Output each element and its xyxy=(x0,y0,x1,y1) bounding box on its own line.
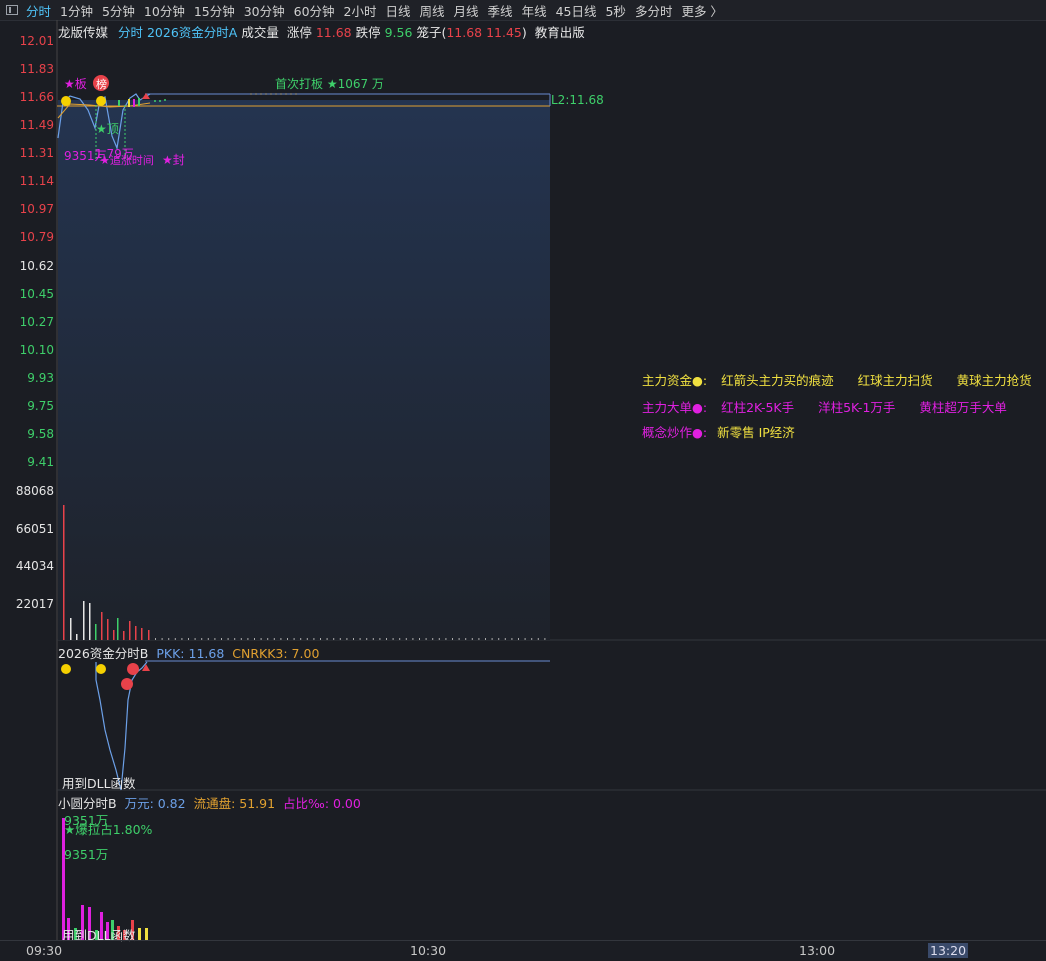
yellow-ball-marker[interactable] xyxy=(61,664,71,674)
fund-line xyxy=(95,661,148,791)
first-board-tag: 首次打板 ★1067 万 xyxy=(275,77,384,91)
l2-price-tag: L2:11.68 xyxy=(551,93,604,107)
time-label: 09:30 xyxy=(26,943,63,958)
top-star-tag: ★顶 xyxy=(96,122,119,136)
seal-tag: ★封 xyxy=(162,153,185,167)
legend-title: 主力大单●: xyxy=(642,400,708,415)
price-area-fill xyxy=(58,100,550,640)
legend-title: 概念炒作●: xyxy=(642,425,708,440)
sub1-name[interactable]: 2026资金分时B xyxy=(58,646,148,661)
pkk-value: PKK: 11.68 xyxy=(156,646,225,661)
time-cursor-label[interactable]: 13:20 xyxy=(928,943,969,958)
rank-badge-label: 榜 xyxy=(96,78,107,91)
sub2-star-text: ★爆拉占1.80% xyxy=(64,822,153,837)
time-label: 13:00 xyxy=(799,943,836,958)
legend-item: 新零售 IP经济 xyxy=(717,425,795,440)
float-value: 流通盘: 51.91 xyxy=(193,796,276,811)
yellow-ball-marker[interactable] xyxy=(96,664,106,674)
legend-item: 黄柱超万手大单 xyxy=(919,400,1007,415)
legend-concept: 概念炒作●: 新零售 IP经济 xyxy=(642,422,815,441)
legend-item: 红球主力扫货 xyxy=(857,373,933,388)
ratio-value: 占比‰: 0.00 xyxy=(283,796,361,811)
red-arrow-marker[interactable] xyxy=(142,664,150,671)
legend-main-fund: 主力资金●: 红箭头主力买的痕迹 红球主力扫货 黄球主力抢货 xyxy=(642,370,1046,389)
chase-tag: ★追涨时间 xyxy=(100,154,154,167)
sub2-name[interactable]: 小圆分时B xyxy=(58,796,117,811)
yellow-ball-marker[interactable] xyxy=(96,96,106,106)
sub1-header: 2026资金分时B PKK: 11.68 CNRKK3: 7.00 xyxy=(58,643,319,662)
legend-item: 红柱2K-5K手 xyxy=(721,400,795,415)
legend-big-orders: 主力大单●: 红柱2K-5K手 洋柱5K-1万手 黄柱超万手大单 xyxy=(642,397,1027,416)
board-star-tag: ★板 xyxy=(64,77,87,91)
cnr-value: CNRKK3: 7.00 xyxy=(232,646,320,661)
legend-title: 主力资金●: xyxy=(642,373,708,388)
wan-value: 万元: 0.82 xyxy=(124,796,186,811)
yellow-ball-marker[interactable] xyxy=(61,96,71,106)
red-ball-marker[interactable] xyxy=(121,678,133,690)
time-axis: 09:30 10:30 13:00 13:20 xyxy=(0,940,1046,961)
sub1-footer: 用到DLL函数 xyxy=(62,776,136,791)
legend-item: 黄球主力抢货 xyxy=(956,373,1032,388)
sub2-amount2: 9351万 xyxy=(64,847,109,862)
legend-item: 红箭头主力买的痕迹 xyxy=(721,373,834,388)
legend-item: 洋柱5K-1万手 xyxy=(818,400,896,415)
time-label: 10:30 xyxy=(410,943,447,958)
red-ball-marker[interactable] xyxy=(127,663,139,675)
